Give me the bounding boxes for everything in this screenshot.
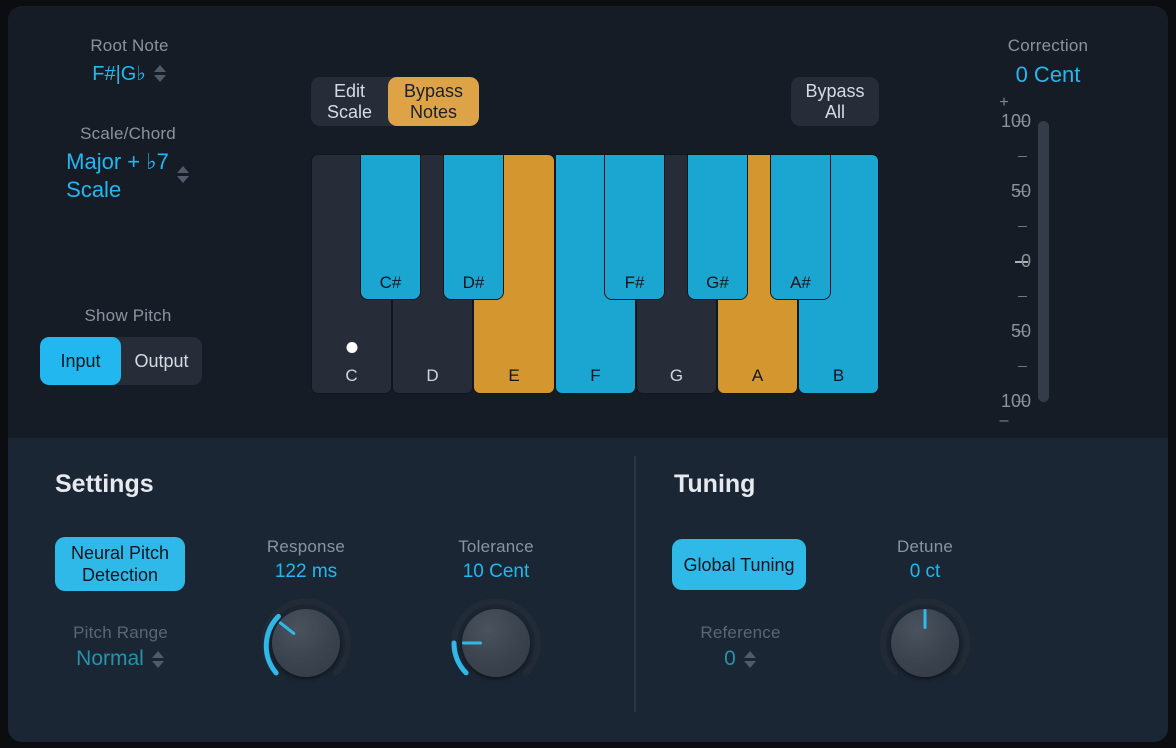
updown-arrows-icon[interactable]: [176, 166, 190, 183]
top-panel: Root Note F#|G♭ Scale/Chord Major + ♭7 S…: [8, 6, 1168, 438]
bypass-notes-line1: Bypass: [404, 80, 464, 101]
detune-knob-pointer: [923, 609, 927, 629]
response-knob-cap: [272, 609, 340, 677]
pitch-range-control[interactable]: Pitch Range Normal: [48, 623, 193, 671]
response-value: 122 ms: [274, 561, 338, 582]
meter-label-plus-50: 50: [1010, 181, 1031, 201]
black-key-A-sharp-label: A#: [790, 273, 811, 292]
black-key-F-sharp[interactable]: F#: [604, 154, 665, 300]
pitch-range-value: Normal: [76, 647, 144, 670]
meter-label-minus-100: 100: [1000, 391, 1031, 411]
edit-scale-button[interactable]: Edit Scale: [311, 77, 388, 126]
correction-meter: + 100 50 0 50 100 –: [953, 94, 1143, 434]
white-key-B-label: B: [832, 366, 845, 385]
reference-control[interactable]: Reference 0: [668, 623, 813, 671]
bypass-all-button[interactable]: Bypass All: [791, 77, 879, 126]
tolerance-knob-pointer: [462, 641, 482, 645]
white-key-D-label: D: [426, 366, 439, 385]
tolerance-value: 10 Cent: [462, 561, 530, 582]
root-note-label: Root Note: [90, 36, 169, 55]
white-key-C-label: C: [345, 366, 358, 385]
updown-arrows-icon[interactable]: [743, 650, 757, 668]
updown-arrows-icon[interactable]: [153, 65, 167, 82]
meter-minus-sign: –: [999, 412, 1009, 429]
bypass-all-line1: Bypass: [805, 80, 865, 101]
bypass-notes-line2: Notes: [410, 101, 458, 122]
root-note-dot-icon: [346, 342, 357, 353]
response-knob-control[interactable]: Response 122 ms: [221, 537, 391, 691]
black-key-G-sharp[interactable]: G#: [687, 154, 748, 300]
correction-readout: Correction 0 Cent: [953, 36, 1143, 88]
show-pitch-option-output[interactable]: Output: [121, 337, 202, 385]
pitch-range-value-row[interactable]: Normal: [48, 647, 193, 671]
meter-tick-minus-75: [1018, 366, 1027, 367]
black-key-D-sharp[interactable]: D#: [443, 154, 504, 300]
updown-arrows-icon[interactable]: [151, 650, 165, 668]
reference-value: 0: [724, 647, 736, 670]
detune-knob[interactable]: [877, 595, 973, 691]
black-key-F-sharp-label: F#: [624, 273, 645, 292]
bypass-all-line2: All: [824, 101, 845, 122]
meter-tick-plus-25: [1018, 226, 1027, 227]
section-divider: [634, 456, 636, 712]
root-note-value-row[interactable]: F#|G♭: [42, 61, 217, 86]
settings-section-title: Settings: [55, 470, 154, 498]
reference-value-row[interactable]: 0: [668, 647, 813, 671]
tolerance-knob[interactable]: [448, 595, 544, 691]
piano-keyboard[interactable]: C D E F G A B C# D# F# G# A#: [311, 154, 879, 394]
reference-label: Reference: [700, 623, 781, 642]
response-knob[interactable]: [258, 595, 354, 691]
scale-chord-value-line1: Major + ♭7: [66, 149, 169, 174]
scale-chord-control[interactable]: Scale/Chord Major + ♭7 Scale: [28, 124, 228, 204]
black-key-A-sharp[interactable]: A#: [770, 154, 831, 300]
scale-chord-label: Scale/Chord: [80, 124, 176, 143]
response-label: Response: [266, 537, 346, 556]
meter-tick-minus-25: [1018, 296, 1027, 297]
meter-track: [1038, 121, 1049, 402]
white-key-F-label: F: [590, 366, 601, 385]
global-tuning-label: Global Tuning: [683, 554, 795, 575]
pitch-correction-plugin-window: Root Note F#|G♭ Scale/Chord Major + ♭7 S…: [8, 6, 1168, 742]
scale-chord-value: Major + ♭7 Scale: [66, 148, 169, 204]
detune-label: Detune: [896, 537, 954, 556]
tuning-section-title: Tuning: [674, 470, 756, 498]
scale-mode-segmented-control[interactable]: Edit Scale Bypass Notes: [311, 77, 480, 126]
black-key-D-sharp-label: D#: [462, 273, 485, 292]
tolerance-knob-control[interactable]: Tolerance 10 Cent: [411, 537, 581, 691]
root-note-control[interactable]: Root Note F#|G♭: [42, 36, 217, 86]
show-pitch-control: Show Pitch Input Output: [40, 306, 216, 385]
bypass-notes-button[interactable]: Bypass Notes: [388, 77, 480, 126]
show-pitch-label: Show Pitch: [84, 306, 172, 325]
detune-value: 0 ct: [909, 561, 941, 582]
white-key-G-label: G: [669, 366, 684, 385]
neural-pitch-detection-button[interactable]: Neural Pitch Detection: [55, 537, 185, 591]
scale-chord-value-row[interactable]: Major + ♭7 Scale: [28, 148, 228, 204]
meter-label-zero: 0: [1020, 251, 1031, 271]
global-tuning-button[interactable]: Global Tuning: [672, 539, 806, 590]
black-key-C-sharp[interactable]: C#: [360, 154, 421, 300]
correction-value: 0 Cent: [1015, 62, 1081, 87]
detune-knob-control[interactable]: Detune 0 ct: [840, 537, 1010, 691]
tolerance-label: Tolerance: [458, 537, 534, 556]
white-key-A-label: A: [751, 366, 764, 385]
edit-scale-line2: Scale: [327, 101, 373, 122]
meter-label-minus-50: 50: [1010, 321, 1031, 341]
correction-label: Correction: [1007, 36, 1089, 55]
meter-tick-plus-75: [1018, 156, 1027, 157]
white-key-E-label: E: [508, 366, 520, 385]
meter-label-plus-100: 100: [1000, 111, 1031, 131]
show-pitch-segmented-control[interactable]: Input Output: [40, 337, 202, 385]
black-key-C-sharp-label: C#: [379, 273, 402, 292]
neural-pitch-detection-line2: Detection: [81, 565, 159, 585]
edit-scale-line1: Edit: [334, 80, 366, 101]
neural-pitch-detection-line1: Neural Pitch: [70, 543, 170, 563]
root-note-value: F#|G♭: [92, 63, 146, 85]
show-pitch-option-input[interactable]: Input: [40, 337, 121, 385]
pitch-range-label: Pitch Range: [73, 623, 168, 642]
scale-chord-value-line2: Scale: [66, 177, 122, 202]
meter-plus-sign: +: [999, 94, 1009, 111]
black-key-G-sharp-label: G#: [706, 273, 729, 292]
